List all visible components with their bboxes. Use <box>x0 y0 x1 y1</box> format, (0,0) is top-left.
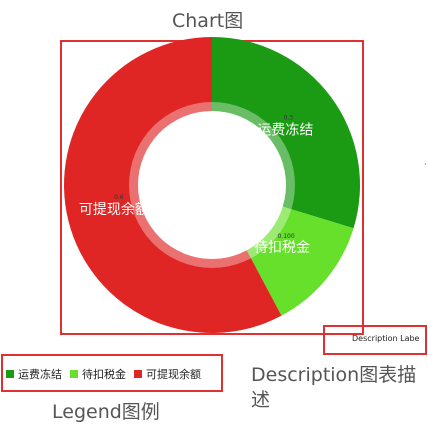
slice-name-label: 待扣税金 <box>254 240 310 256</box>
chart-legend: 运费冻结 待扣税金 可提现余额 <box>6 366 201 382</box>
legend-label: 运费冻结 <box>18 368 62 381</box>
legend-swatch <box>70 370 78 378</box>
legend-item: 可提现余额 <box>134 366 201 382</box>
slice-value-label: 0.6 <box>114 194 124 201</box>
description-label: Description Labe <box>352 334 420 343</box>
legend-swatch <box>134 370 142 378</box>
description-annotation-title-line2: 述 <box>251 389 271 411</box>
description-annotation-title-line1: Description图表描 <box>251 364 417 386</box>
slice-value-label: 0.100 <box>277 233 294 240</box>
slice-name-label: 可提现余额 <box>79 201 149 218</box>
legend-label: 待扣税金 <box>82 368 126 381</box>
slice-value-label: 0.3 <box>284 114 294 121</box>
legend-item: 待扣税金 <box>70 366 126 382</box>
slice-name-label: 运费冻结 <box>257 121 313 138</box>
legend-item: 运费冻结 <box>6 366 62 382</box>
legend-annotation-title: Legend图例 <box>52 401 160 423</box>
chart-dot-marker: · <box>424 160 427 169</box>
donut-chart: 运费冻结0.3 待扣税金0.100 可提现余额0.6 · <box>64 37 427 333</box>
legend-swatch <box>6 370 14 378</box>
legend-label: 可提现余额 <box>146 368 201 381</box>
